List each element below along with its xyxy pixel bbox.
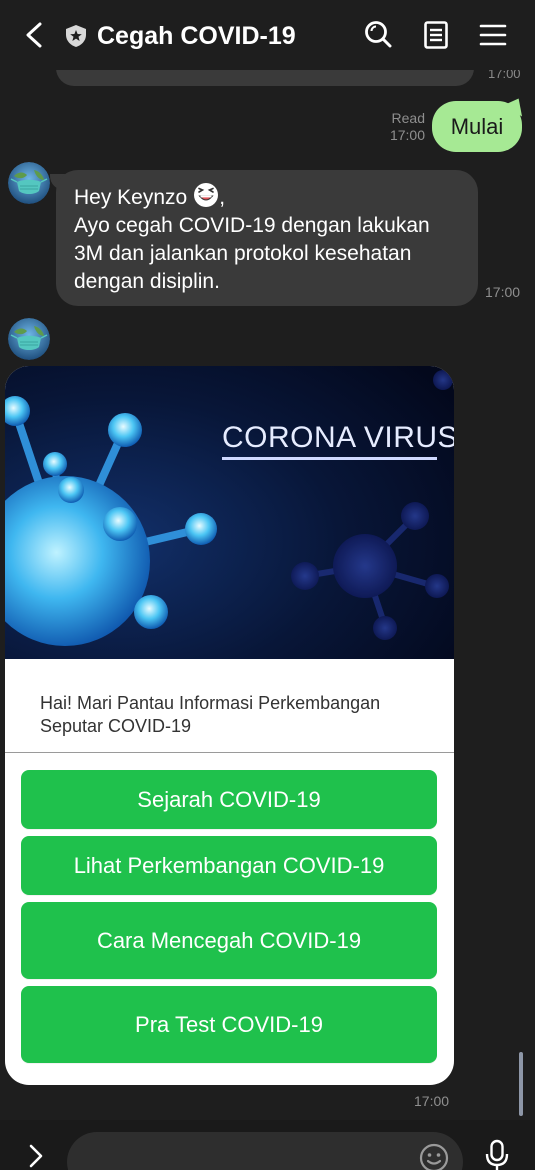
incoming-greeting: Hey Keynzo (74, 186, 188, 209)
chat-screen: 17:00 Cegah COVID-19 Read 17:00 Mulai He… (0, 0, 535, 1170)
card-divider (5, 752, 454, 753)
card-message-time: 17:00 (414, 1093, 450, 1109)
bot-avatar-2[interactable] (8, 318, 50, 360)
notes-icon (424, 21, 448, 49)
laughing-emoji-icon (193, 182, 219, 208)
chat-title: Cegah COVID-19 (97, 22, 296, 50)
search-button[interactable] (361, 18, 395, 52)
hero-caption: CORONA VIRUS (222, 421, 454, 454)
button-label: Pra Test COVID-19 (135, 1011, 323, 1037)
corona-virus-hero-image[interactable]: CORONA VIRUS (5, 366, 454, 659)
button-label: Cara Mencegah COVID-19 (96, 927, 362, 953)
read-receipt: Read 17:00 (390, 110, 425, 144)
lihat-perkembangan-button[interactable]: Lihat Perkembangan COVID-19 (21, 836, 437, 895)
bot-avatar[interactable] (8, 162, 50, 204)
microphone-button[interactable] (482, 1138, 512, 1170)
message-input[interactable] (67, 1132, 463, 1170)
earth-mask-avatar-icon (8, 162, 50, 204)
cara-mencegah-button[interactable]: Cara Mencegah COVID-19 (21, 902, 437, 979)
shield-icon (64, 24, 88, 48)
menu-button[interactable] (477, 18, 511, 52)
outgoing-message-bubble[interactable]: Mulai (432, 101, 522, 152)
pra-test-button[interactable]: Pra Test COVID-19 (21, 986, 437, 1063)
read-label: Read (391, 110, 425, 126)
outgoing-time: 17:00 (389, 127, 425, 143)
search-icon (365, 21, 392, 48)
incoming-message-bubble[interactable]: Hey Keynzo, Ayo cegah COVID-19 dengan la… (56, 170, 478, 306)
button-label: Lihat Perkembangan COVID-19 (73, 852, 385, 878)
button-label: Sejarah COVID-19 (137, 786, 321, 812)
chevron-right-icon (29, 1144, 43, 1168)
incoming-message-time: 17:00 (485, 284, 521, 300)
chevron-left-icon (26, 22, 42, 48)
smiley-icon (419, 1143, 449, 1170)
scrollbar[interactable] (519, 1052, 523, 1116)
flex-message-card: CORONA VIRUS Hai! Mari Pantau Informasi … (5, 366, 454, 1085)
card-body-text: Hai! Mari Pantau Informasi Perkembangan … (40, 693, 381, 736)
notes-button[interactable] (419, 18, 453, 52)
incoming-body-text: Ayo cegah COVID-19 dengan lakukan 3M dan… (74, 214, 430, 293)
incoming-greeting-suffix: , (219, 186, 226, 209)
sejarah-covid-button[interactable]: Sejarah COVID-19 (21, 770, 437, 829)
expand-menu-button[interactable] (22, 1140, 50, 1170)
outgoing-message-text: Mulai (450, 113, 504, 139)
emoji-button[interactable] (418, 1142, 450, 1170)
microphone-icon (485, 1139, 509, 1170)
earth-mask-avatar-icon (8, 318, 50, 360)
chat-header: Cegah COVID-19 (0, 0, 535, 70)
hamburger-menu-icon (479, 24, 507, 46)
back-button[interactable] (18, 18, 52, 52)
